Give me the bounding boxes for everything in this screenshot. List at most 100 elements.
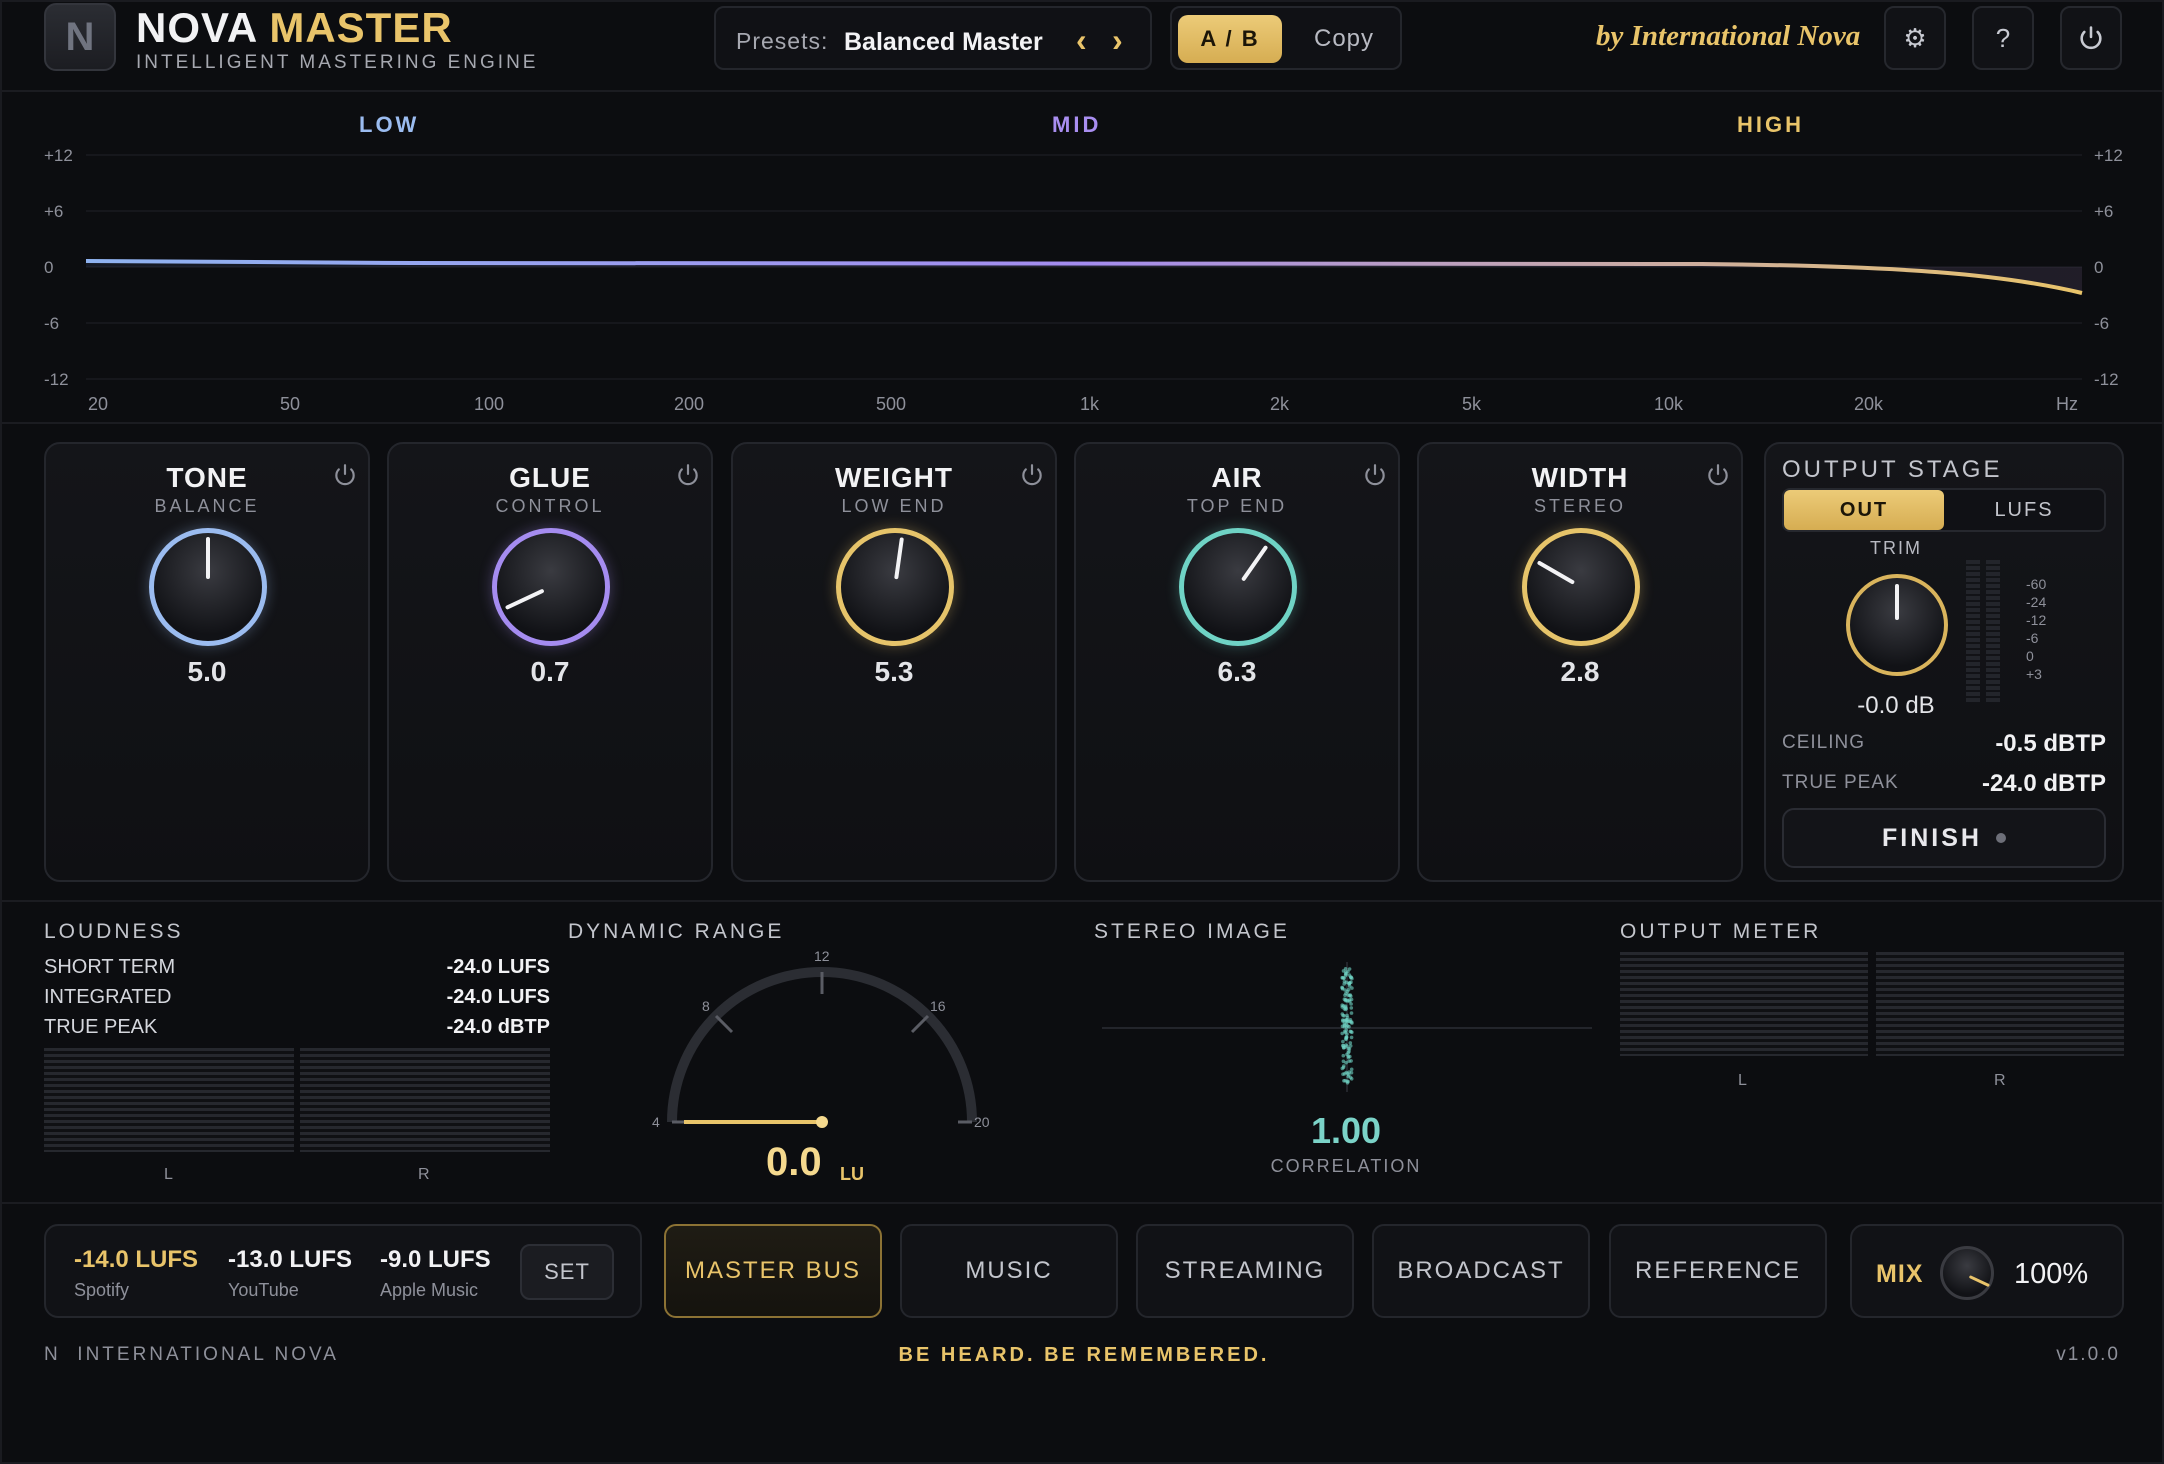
finish-label: FINISH — [1882, 823, 1982, 852]
scope-dot — [1346, 993, 1351, 997]
meter-segment — [1986, 572, 2000, 576]
meter-segment — [1986, 596, 2000, 600]
mode-broadcast-button[interactable]: BROADCAST — [1372, 1224, 1590, 1318]
meter-segment — [1986, 650, 2000, 654]
output-meter-title: OUTPUT METER — [1620, 920, 1822, 943]
target-value[interactable]: -14.0 LUFS — [74, 1246, 198, 1274]
scope-dot — [1350, 1030, 1354, 1035]
power-icon[interactable] — [1705, 462, 1731, 488]
air-knob[interactable] — [1179, 528, 1297, 646]
gauge-scale-label: 8 — [702, 998, 710, 1014]
knob-pointer — [504, 588, 545, 610]
y-label-right: -12 — [2094, 370, 2119, 389]
weight-knob[interactable] — [836, 528, 954, 646]
meter-segment — [1966, 626, 1980, 630]
output-meter-right — [1876, 952, 2124, 1056]
trim-knob[interactable] — [1846, 574, 1948, 676]
settings-button[interactable]: ⚙ — [1884, 6, 1946, 70]
mix-label: MIX — [1876, 1260, 1924, 1288]
help-icon: ? — [1995, 22, 2011, 53]
scope-dot — [1349, 1035, 1354, 1040]
finish-button[interactable]: FINISH — [1782, 808, 2106, 868]
scope-dot — [1343, 1005, 1348, 1010]
preset-selector[interactable]: Presets: Balanced Master ‹ › — [714, 6, 1152, 70]
scope-dot — [1344, 970, 1348, 974]
trim-value: -0.0 dB — [1857, 692, 1935, 719]
help-button[interactable]: ? — [1972, 6, 2034, 70]
scope-dot — [1346, 1079, 1350, 1084]
mode-music-button[interactable]: MUSIC — [900, 1224, 1118, 1318]
preset-next-button[interactable]: › — [1112, 22, 1123, 59]
module-value: 6.3 — [1217, 656, 1257, 687]
meter-segment — [1966, 608, 1980, 612]
mix-value: 100% — [2014, 1258, 2089, 1290]
scope-dot — [1347, 973, 1352, 977]
loudness-meter-right — [300, 1048, 550, 1152]
module-value: 2.8 — [1560, 656, 1600, 687]
knob-pointer — [206, 537, 210, 579]
meter-segment — [1966, 566, 1980, 570]
meter-segment — [1986, 680, 2000, 684]
meter-segment — [1986, 674, 2000, 678]
loudness-targets-panel: -14.0 LUFS Spotify -13.0 LUFS YouTube -9… — [44, 1224, 642, 1318]
x-label: 500 — [876, 394, 907, 414]
mode-streaming-button[interactable]: STREAMING — [1136, 1224, 1354, 1318]
stereo-scope — [1102, 962, 1592, 1092]
power-icon[interactable] — [1019, 462, 1045, 488]
meter-segment — [1986, 590, 2000, 594]
output-stage-title: OUTPUT STAGE — [1782, 456, 2003, 483]
preset-name[interactable]: Balanced Master — [844, 28, 1043, 57]
ceiling-value[interactable]: -0.5 dBTP — [1995, 730, 2106, 758]
power-button[interactable] — [2060, 6, 2122, 70]
target-value[interactable]: -9.0 LUFS — [380, 1246, 491, 1274]
y-label: +6 — [44, 202, 64, 221]
meter-segment — [1986, 656, 2000, 660]
meter-segment — [1966, 602, 1980, 606]
dynamic-range-title: DYNAMIC RANGE — [568, 920, 785, 943]
scope-dot — [1348, 1041, 1353, 1045]
power-icon[interactable] — [332, 462, 358, 488]
mode-reference-button[interactable]: REFERENCE — [1609, 1224, 1827, 1318]
module-value: 0.7 — [530, 656, 570, 687]
glue-knob[interactable] — [492, 528, 610, 646]
meter-segment — [1986, 614, 2000, 618]
scope-dot — [1347, 1059, 1351, 1063]
ab-toggle-button[interactable]: A / B — [1178, 15, 1282, 63]
module-width: WIDTH STEREO 2.8 — [1417, 442, 1743, 882]
width-knob[interactable] — [1522, 528, 1640, 646]
mix-knob[interactable] — [1940, 1246, 1994, 1300]
meter-segment — [1986, 638, 2000, 642]
mode-master-bus-button[interactable]: MASTER BUS — [664, 1224, 882, 1318]
eq-display[interactable]: LOW MID HIGH +12 +6 0 -6 -12 +12 +6 0 -6… — [2, 94, 2164, 424]
preset-prev-button[interactable]: ‹ — [1076, 22, 1087, 59]
correlation-value: 1.00 — [1310, 1110, 1382, 1151]
meter-segment — [1966, 560, 1980, 564]
meter-segment — [1986, 566, 2000, 570]
scope-dot — [1349, 997, 1354, 1002]
loudness-row-value: -24.0 LUFS — [446, 956, 550, 978]
copy-button[interactable]: Copy — [1298, 15, 1390, 63]
scope-dot — [1341, 1018, 1345, 1022]
module-tone: TONE BALANCE 5.0 — [44, 442, 370, 882]
module-weight: WEIGHT LOW END 5.3 — [731, 442, 1057, 882]
set-target-button[interactable]: SET — [520, 1244, 614, 1300]
dynamic-range-unit: LU — [840, 1164, 864, 1184]
meter-segment — [1966, 662, 1980, 666]
scope-dot — [1346, 987, 1351, 992]
tone-knob[interactable] — [149, 528, 267, 646]
meter-segment — [1966, 680, 1980, 684]
power-icon[interactable] — [675, 462, 701, 488]
tab-out[interactable]: OUT — [1784, 490, 1944, 530]
trim-label: TRIM — [1870, 538, 1922, 558]
meter-segment — [1986, 584, 2000, 588]
tab-lufs[interactable]: LUFS — [1944, 490, 2104, 530]
plugin-window: N NOVA MASTER INTELLIGENT MASTERING ENGI… — [0, 0, 2164, 1464]
target-value[interactable]: -13.0 LUFS — [228, 1246, 352, 1274]
module-title: TONE — [166, 462, 248, 493]
meter-segment — [1986, 632, 2000, 636]
y-label: -6 — [44, 314, 60, 333]
power-icon[interactable] — [1362, 462, 1388, 488]
x-label: 1k — [1080, 394, 1100, 414]
output-mode-toggle: OUT LUFS — [1782, 488, 2106, 532]
footer-tagline: BE HEARD. BE REMEMBERED. — [898, 1344, 1270, 1366]
